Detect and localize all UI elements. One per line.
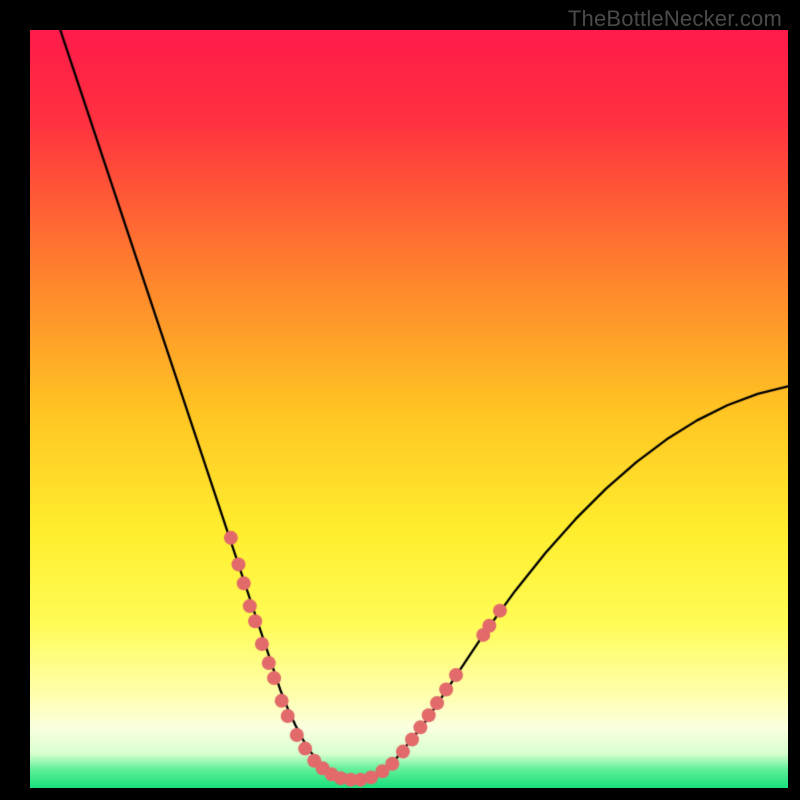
plot-area (30, 30, 788, 788)
chart-frame: TheBottleNecker.com (0, 0, 800, 800)
chart-canvas (30, 30, 788, 788)
watermark-label: TheBottleNecker.com (568, 6, 782, 32)
